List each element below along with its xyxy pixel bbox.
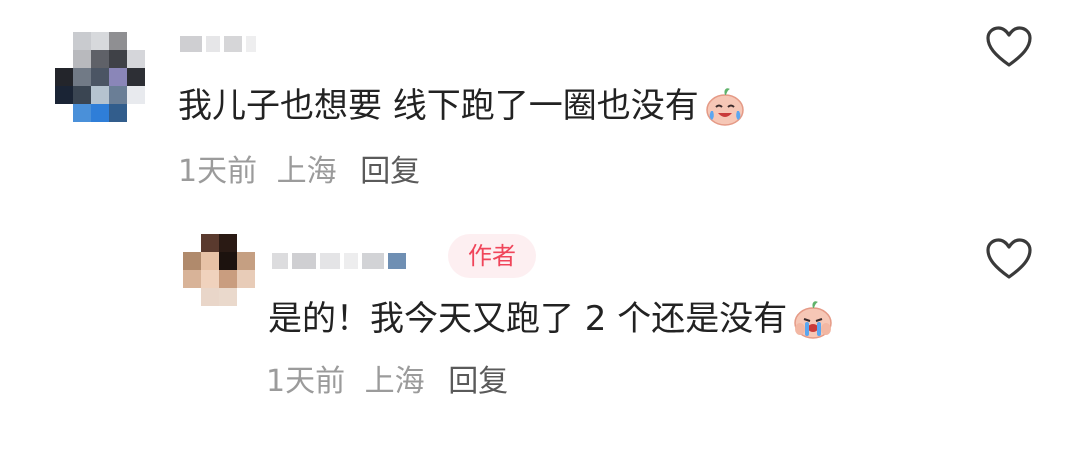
comment-text: 我儿子也想要 线下跑了一圈也没有 (178, 86, 699, 126)
crying-laugh-peach-emoji (706, 88, 744, 126)
heart-outline-icon[interactable] (985, 237, 1033, 281)
author-badge: 作者 (448, 234, 536, 278)
comment-text: 是的！我今天又跑了 2 个还是没有 (268, 299, 788, 339)
comment-thread: 我儿子也想要 线下跑了一圈也没有 1天前 上海 回复 作者 是的！我今天又跑了 … (0, 0, 1080, 457)
reply-button[interactable]: 回复 (448, 364, 508, 399)
comment-meta: 1天前 上海 回复 (178, 152, 430, 192)
heart-outline-icon[interactable] (985, 25, 1033, 69)
comment-body: 是的！我今天又跑了 2 个还是没有 (268, 295, 835, 343)
comment-meta: 1天前 上海 回复 (266, 362, 518, 402)
reply-button[interactable]: 回复 (360, 154, 420, 189)
crying-peach-emoji (794, 301, 832, 339)
avatar[interactable] (55, 32, 145, 122)
username-blurred[interactable] (272, 250, 410, 272)
comment-time: 1天前 (178, 154, 258, 189)
comment-location: 上海 (276, 154, 337, 189)
comment-body: 我儿子也想要 线下跑了一圈也没有 (178, 82, 747, 130)
comment-time: 1天前 (266, 364, 346, 399)
avatar[interactable] (183, 234, 255, 306)
username-blurred[interactable] (180, 33, 260, 55)
comment-location: 上海 (364, 364, 425, 399)
